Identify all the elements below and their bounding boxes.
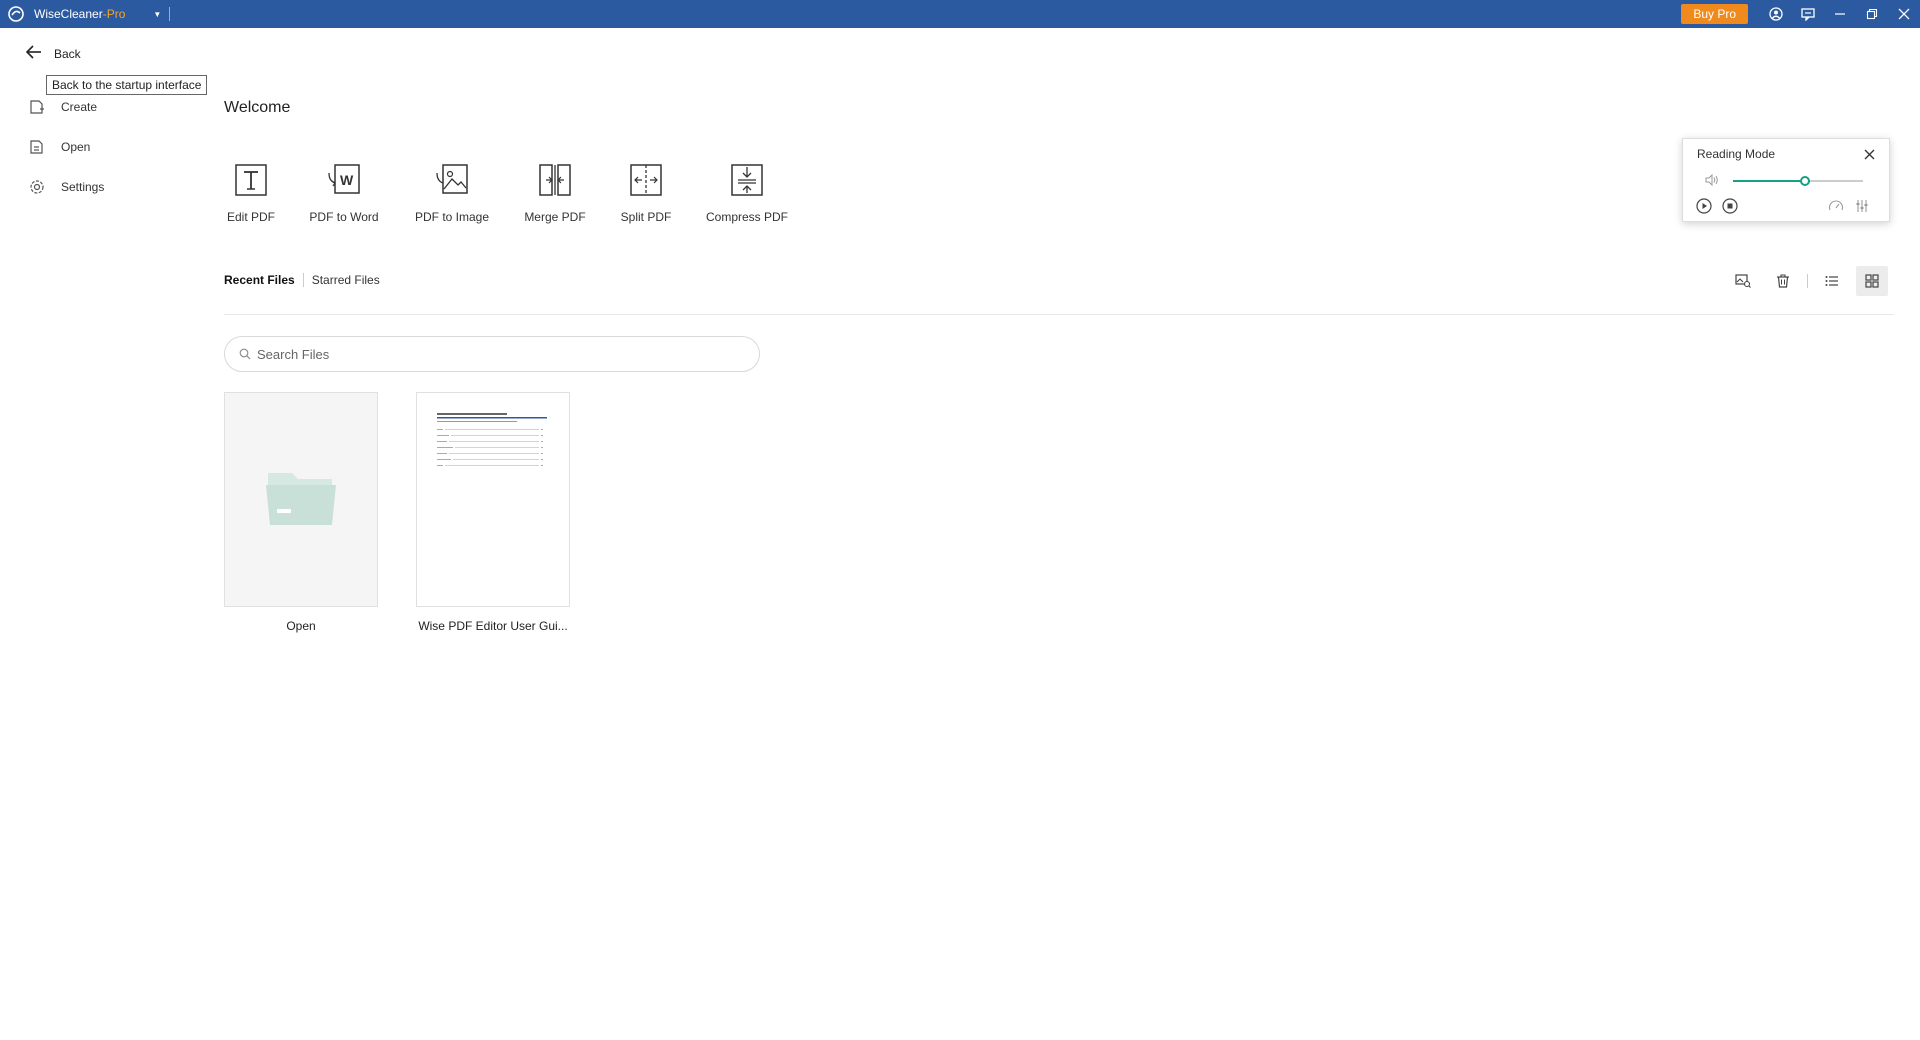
back-button[interactable]: Back [16, 40, 106, 68]
tab-recent-files[interactable]: Recent Files [224, 273, 295, 287]
file-tabs: Recent Files Starred Files [224, 273, 380, 287]
pdf-to-image-icon [432, 160, 472, 200]
compress-pdf-icon [727, 160, 767, 200]
file-card-document[interactable]: Wise PDF Editor User Gui... [416, 392, 570, 633]
search-icon [239, 348, 251, 360]
file-card-open[interactable]: Open [224, 392, 378, 633]
volume-icon[interactable] [1705, 173, 1719, 191]
file-name: Wise PDF Editor User Gui... [418, 619, 568, 633]
speed-gauge-icon[interactable] [1827, 197, 1845, 215]
edit-pdf-button[interactable]: Edit PDF [224, 160, 278, 224]
sidebar-item-create[interactable]: Create [28, 95, 97, 119]
feedback-icon[interactable] [1792, 0, 1824, 28]
volume-slider-handle[interactable] [1799, 176, 1810, 186]
list-view-icon[interactable] [1816, 266, 1848, 296]
reading-mode-panel: Reading Mode [1682, 138, 1890, 222]
title-bar: WiseCleaner-Pro ▼ Buy Pro [0, 0, 1920, 28]
open-file-icon [28, 138, 46, 156]
tool-label: PDF to Image [414, 210, 490, 224]
edit-pdf-icon [231, 160, 271, 200]
app-logo-icon [6, 4, 26, 24]
sidebar-item-label: Create [61, 100, 98, 114]
sidebar-item-settings[interactable]: Settings [28, 175, 104, 199]
split-pdf-icon [626, 160, 666, 200]
pdf-to-word-icon: W [324, 160, 364, 200]
grid-view-icon[interactable] [1856, 266, 1888, 296]
back-tooltip: Back to the startup interface [46, 75, 208, 95]
window-controls: Buy Pro [1681, 0, 1920, 28]
back-label: Back [54, 47, 81, 61]
account-icon[interactable] [1760, 0, 1792, 28]
app-edition: -Pro [102, 7, 126, 21]
merge-pdf-button[interactable]: Merge PDF [522, 160, 588, 224]
trash-icon[interactable] [1767, 266, 1799, 296]
buy-pro-button[interactable]: Buy Pro [1681, 4, 1748, 24]
create-file-icon [28, 98, 46, 116]
equalizer-icon[interactable] [1853, 197, 1871, 215]
pdf-to-image-button[interactable]: PDF to Image [412, 160, 492, 224]
sidebar-item-label: Settings [61, 180, 105, 194]
svg-text:W: W [340, 172, 354, 188]
stop-icon[interactable] [1721, 197, 1739, 215]
pdf-to-word-button[interactable]: W PDF to Word [306, 160, 382, 224]
reading-mode-title: Reading Mode [1697, 147, 1776, 161]
restore-icon[interactable] [1856, 0, 1888, 28]
app-name: WiseCleaner-Pro [34, 7, 125, 21]
minimize-icon[interactable] [1824, 0, 1856, 28]
search-box [224, 336, 760, 372]
volume-slider-fill [1733, 180, 1805, 182]
section-divider [224, 314, 1894, 315]
tool-label: Edit PDF [226, 210, 275, 224]
tool-label: Compress PDF [705, 210, 788, 224]
toolbar-divider [1807, 274, 1808, 288]
tab-divider [302, 273, 304, 287]
app-name-text: WiseCleaner [34, 7, 103, 21]
gear-icon [28, 178, 46, 196]
file-grid: Open Wise PDF Editor User Gui... [224, 392, 608, 633]
sidebar-item-open[interactable]: Open [28, 135, 90, 159]
merge-pdf-icon [535, 160, 575, 200]
title-divider [169, 7, 171, 21]
folder-icon [264, 467, 338, 532]
compress-pdf-button[interactable]: Compress PDF [704, 160, 790, 224]
image-search-icon[interactable] [1727, 266, 1759, 296]
tool-row: Edit PDF W PDF to Word PDF to Image Merg… [224, 160, 790, 224]
document-preview-icon [437, 413, 547, 466]
split-pdf-button[interactable]: Split PDF [618, 160, 674, 224]
tab-starred-files[interactable]: Starred Files [312, 273, 380, 287]
close-icon[interactable] [1861, 146, 1877, 162]
arrow-left-icon [25, 44, 42, 64]
search-input[interactable] [257, 346, 737, 362]
file-thumbnail [224, 392, 378, 607]
app-menu-chevron-down-icon[interactable]: ▼ [153, 10, 161, 19]
tool-label: PDF to Word [309, 210, 379, 224]
page-title: Welcome [224, 99, 291, 116]
close-icon[interactable] [1888, 0, 1920, 28]
file-name: Open [286, 619, 316, 633]
tool-label: Merge PDF [524, 210, 586, 224]
file-thumbnail [416, 392, 570, 607]
sidebar-item-label: Open [61, 140, 91, 154]
play-icon[interactable] [1695, 197, 1713, 215]
file-view-toolbar [1719, 266, 1888, 296]
volume-slider[interactable] [1733, 176, 1863, 186]
tool-label: Split PDF [620, 210, 672, 224]
